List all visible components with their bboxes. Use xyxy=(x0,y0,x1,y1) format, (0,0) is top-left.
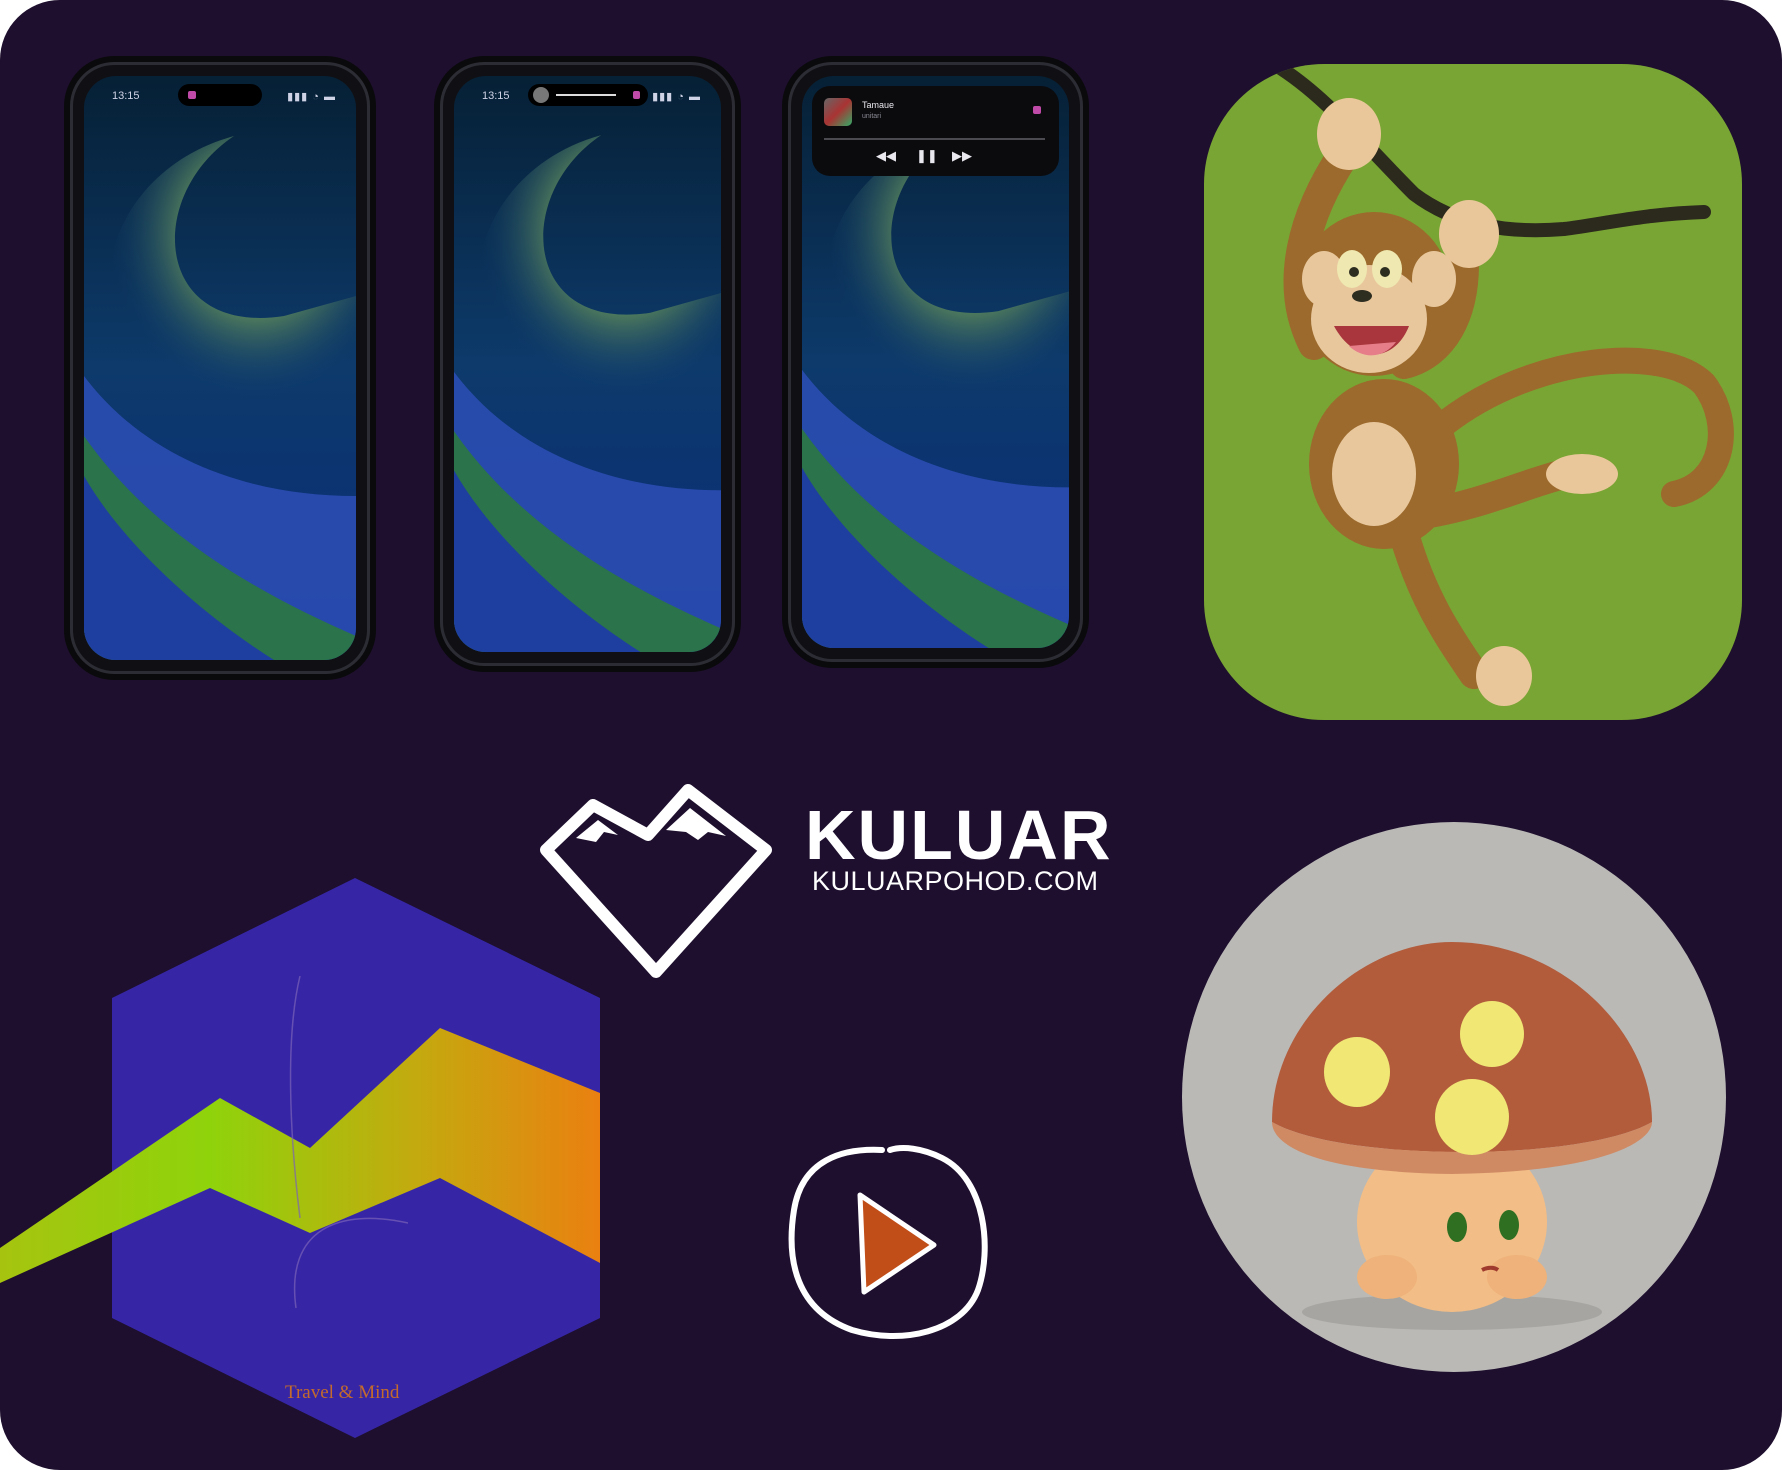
phone-mockup-1: 13:15 ▮▮▮ ◔ ▬ xyxy=(70,62,370,674)
phone-mockup-2: 13:15 ▮▮▮ ◔ ▬ xyxy=(440,62,735,666)
mushroom-icon xyxy=(1272,942,1652,1330)
travel-mind-logo xyxy=(0,878,600,1438)
progress-line xyxy=(555,94,616,96)
monkey-icon xyxy=(1267,64,1734,706)
phone-mockup-3: Tamaue unitari ◀◀ ❚❚ ▶▶ xyxy=(788,62,1083,662)
island-indicator-icon xyxy=(188,91,196,99)
audio-wave-icon xyxy=(1033,106,1041,114)
status-icons-2: ▮▮▮ ◔ ▬ xyxy=(652,91,701,103)
wallpaper-2 xyxy=(454,76,721,652)
previous-icon[interactable]: ◀◀ xyxy=(876,148,896,164)
track-artist: unitari xyxy=(862,113,882,120)
next-icon[interactable]: ▶▶ xyxy=(952,148,972,164)
kuluar-url: KULUARPOHOD.COM xyxy=(812,866,1099,896)
travel-mind-label: Travel & Mind xyxy=(285,1382,400,1403)
phone-screen-3: Tamaue unitari ◀◀ ❚❚ ▶▶ xyxy=(802,76,1069,648)
progress-track xyxy=(824,138,1045,140)
status-time-1: 13:15 xyxy=(112,90,140,102)
play-icon[interactable] xyxy=(782,1140,994,1345)
status-time-2: 13:15 xyxy=(482,90,510,102)
dynamic-island-2 xyxy=(527,84,648,106)
kuluar-title: KULUAR xyxy=(805,796,1113,874)
album-art-icon xyxy=(532,87,549,103)
mushroom-character xyxy=(1182,822,1726,1372)
phone-screen-2: 13:15 ▮▮▮ ◔ ▬ xyxy=(454,76,721,652)
wallpaper-1 xyxy=(84,76,356,660)
album-art-icon xyxy=(824,98,852,126)
track-title: Tamaue xyxy=(862,100,895,110)
island-indicator-icon xyxy=(632,91,640,99)
phone-screen-1: 13:15 ▮▮▮ ◔ ▬ xyxy=(84,76,356,660)
pause-icon[interactable]: ❚❚ xyxy=(916,148,938,164)
monkey-illustration xyxy=(1204,64,1742,720)
status-icons-1: ▮▮▮ ◔ ▬ xyxy=(287,91,336,103)
media-widget: Tamaue unitari ◀◀ ❚❚ ▶▶ xyxy=(812,86,1059,176)
dynamic-island-1 xyxy=(178,84,262,106)
portfolio-board: 13:15 ▮▮▮ ◔ ▬ 13:15 ▮▮▮ ◔ ▬ Tamaue unita… xyxy=(0,0,1782,1470)
